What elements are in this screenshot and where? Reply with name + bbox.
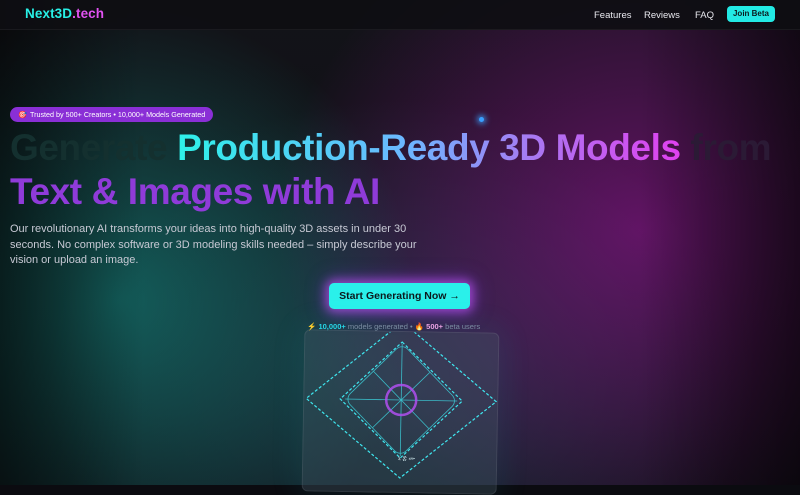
- title-part2: from: [680, 127, 772, 168]
- nav-link-reviews[interactable]: Reviews: [644, 10, 680, 21]
- nav-link-features[interactable]: Features: [594, 10, 632, 21]
- wireframe-preview: [305, 330, 498, 479]
- users-count: 500+: [426, 322, 444, 331]
- start-generating-button[interactable]: Start Generating Now →: [329, 283, 470, 309]
- nav-link-faq[interactable]: FAQ: [695, 10, 714, 21]
- logo-suffix: .tech: [72, 6, 105, 21]
- logo[interactable]: Next3D.tech: [25, 6, 104, 21]
- stats-separator: •: [410, 322, 413, 331]
- hero-title: Generate Production-Ready 3D Models from…: [10, 126, 790, 214]
- top-navbar: Next3D.tech Features Reviews FAQ Join Be…: [0, 0, 800, 30]
- hero-description: Our revolutionary AI transforms your ide…: [10, 223, 417, 266]
- trust-badge-text: Trusted by 500+ Creators • 10,000+ Model…: [29, 110, 206, 119]
- title-highlight: Production-Ready 3D Models: [177, 127, 681, 168]
- title-part1: Generate: [10, 127, 178, 168]
- preview-label: ኒ ፰ ሙ: [398, 454, 416, 463]
- logo-main: Next3D: [25, 6, 73, 21]
- floating-particle: [479, 117, 484, 122]
- fire-icon: 🔥: [414, 322, 425, 331]
- join-beta-button[interactable]: Join Beta: [727, 6, 775, 22]
- trust-badge: 🎯 Trusted by 500+ Creators • 10,000+ Mode…: [10, 107, 214, 122]
- model-preview-card[interactable]: ኒ ፰ ሙ: [301, 329, 500, 495]
- title-line2: Text & Images with AI: [10, 171, 380, 212]
- users-label: beta users: [445, 322, 481, 331]
- target-icon: 🎯: [18, 110, 27, 119]
